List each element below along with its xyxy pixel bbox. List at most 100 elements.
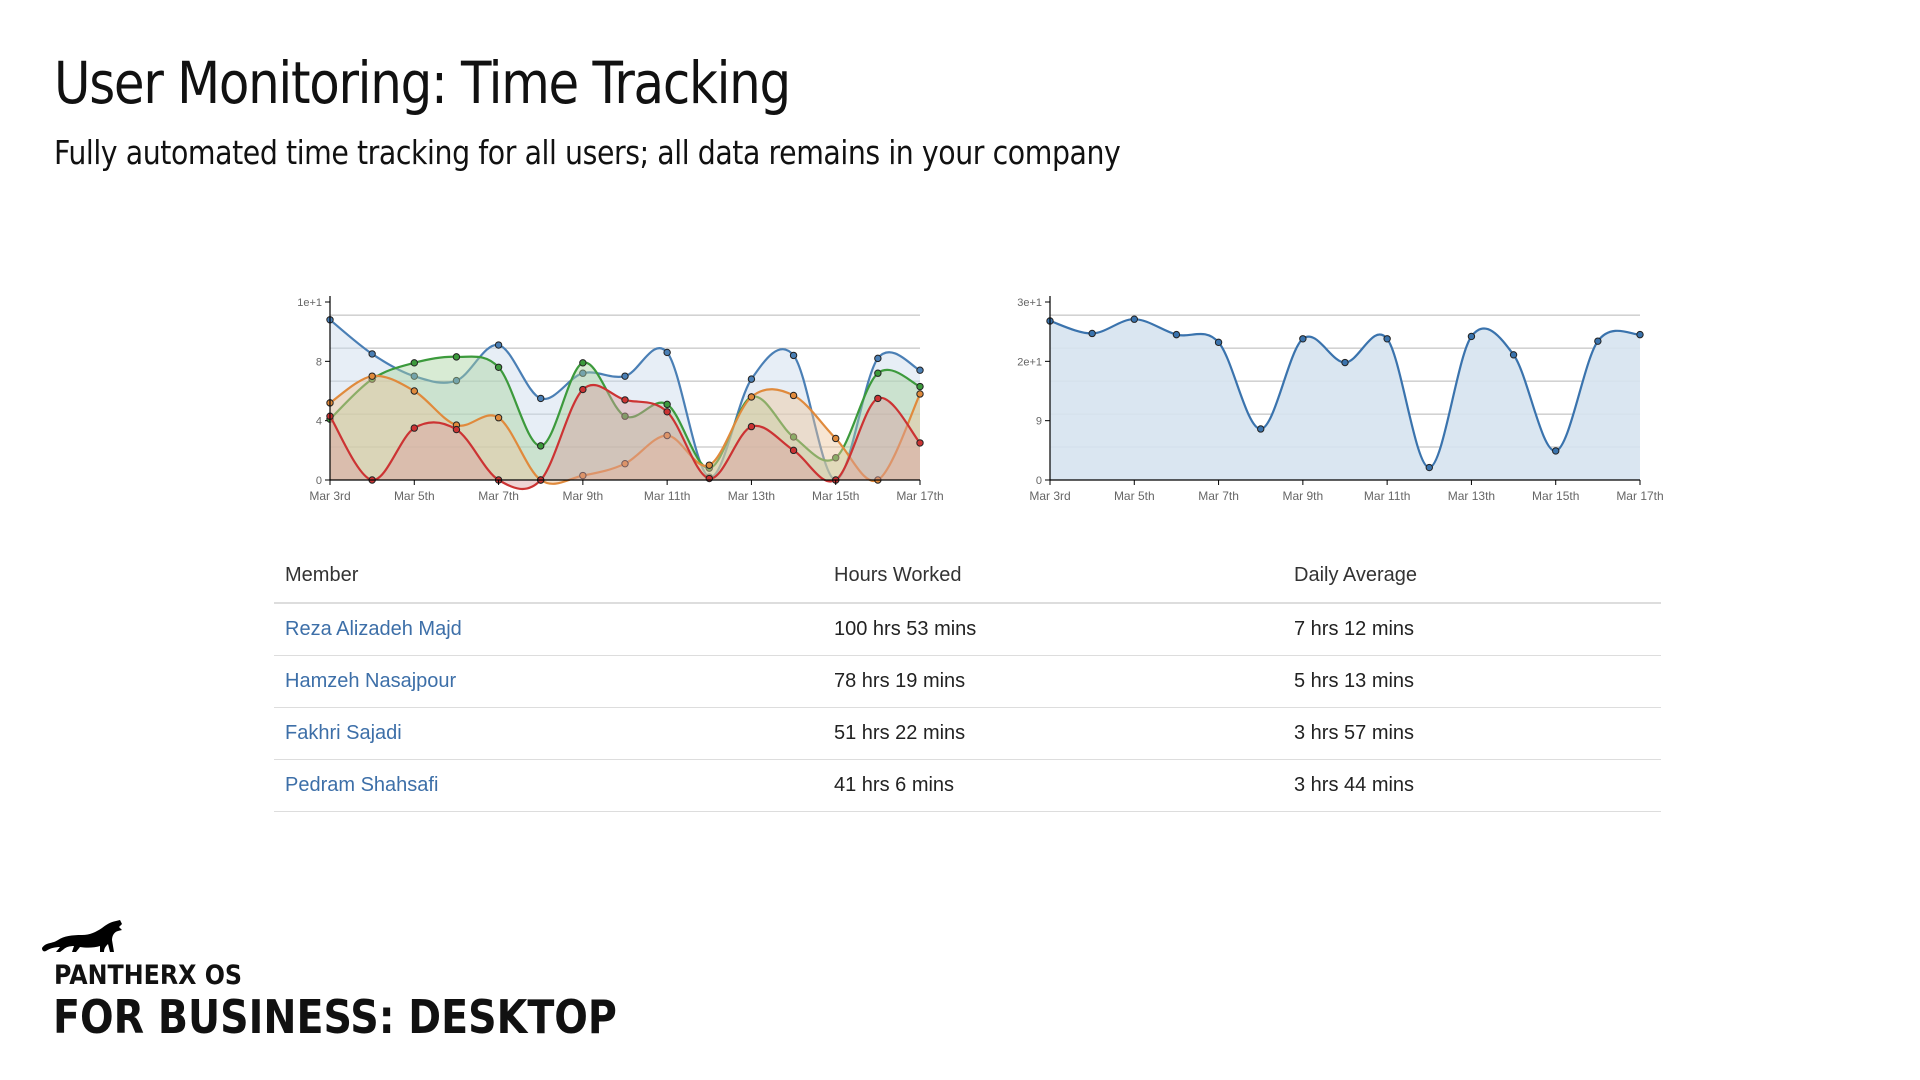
data-point [1299,335,1307,343]
y-tick-label: 1e+1 [297,297,322,309]
brand-line-2: FOR BUSINESS: DESKTOP [53,990,617,1044]
data-point [874,394,882,403]
x-tick-label: Mar 17th [896,489,943,503]
y-tick-label: 3e+1 [1017,297,1042,309]
y-tick-label: 0 [1036,475,1042,487]
hours-worked-cell: 51 hrs 22 mins [823,707,1283,760]
data-point [368,372,376,380]
data-point [789,391,798,400]
brand-line-1: PANTHERX OS [54,960,243,991]
data-point [621,372,629,380]
x-tick-label: Mar 7th [1198,489,1239,503]
x-tick-label: Mar 3rd [1029,489,1070,503]
data-point [916,439,924,447]
data-point [1636,330,1644,339]
data-point [916,366,924,374]
data-point [1552,447,1560,455]
data-point [579,385,587,394]
members-table: Member Hours Worked Daily Average Reza A… [274,550,1661,812]
x-tick-label: Mar 5th [394,489,435,503]
members-hours-chart: 0 4 8 1e+1 Mar 3rd Mar 5th Mar 7th Mar 9th Mar 1… [297,296,944,503]
data-point [1467,332,1476,341]
data-point [1509,351,1518,359]
data-point [579,359,587,367]
x-tick-label: Mar 15th [812,489,859,503]
data-point [747,393,756,401]
y-tick-label: 0 [316,475,322,487]
y-tick-label: 8 [316,356,322,368]
data-point [747,375,756,383]
table-row: Pedram Shahsafi 41 hrs 6 mins 3 hrs 44 m… [274,759,1661,812]
data-point [1172,330,1181,339]
series-area [1050,319,1640,480]
data-point [494,363,503,371]
x-tick-label: Mar 5th [1114,489,1155,503]
page-subtitle: Fully automated time tracking for all us… [54,133,1121,172]
member-link[interactable]: Hamzeh Nasajpour [274,655,823,708]
x-tick-label: Mar 3rd [309,489,350,503]
x-tick-label: Mar 9th [1283,489,1324,503]
daily-average-cell: 5 hrs 13 mins [1283,655,1661,708]
data-point [1341,358,1349,367]
total-hours-chart: 0 9 2e+1 3e+1 Mar 3rd Mar 5th Mar 7th Mar 9th Ma… [1017,296,1664,503]
data-point [1088,329,1096,338]
hours-worked-cell: 41 hrs 6 mins [823,759,1283,812]
data-point [705,474,713,483]
header-member[interactable]: Member [274,550,823,604]
y-tick-label: 2e+1 [1017,356,1042,368]
data-point [621,396,629,404]
header-hours-worked[interactable]: Hours Worked [823,550,1283,604]
data-point [874,369,882,377]
data-point [789,351,798,360]
daily-average-cell: 3 hrs 57 mins [1283,707,1661,760]
member-link[interactable]: Pedram Shahsafi [274,759,823,812]
data-point [1257,425,1265,433]
data-point [410,387,418,395]
data-point [452,425,461,434]
daily-average-cell: 7 hrs 12 mins [1283,603,1661,656]
header-daily-average[interactable]: Daily Average [1283,550,1661,604]
data-point [1383,335,1391,343]
x-tick-label: Mar 17th [1616,489,1663,503]
data-point [747,422,756,431]
data-point [1214,338,1223,347]
member-link[interactable]: Reza Alizadeh Majd [274,603,823,656]
hours-worked-cell: 100 hrs 53 mins [823,603,1283,656]
x-tick-label: Mar 11th [644,489,690,503]
data-point [663,400,671,409]
panther-logo-icon [42,920,122,952]
member-link[interactable]: Fakhri Sajadi [274,707,823,760]
data-point [368,350,376,358]
data-point [410,359,418,367]
data-point [537,394,545,403]
y-tick-label: 4 [316,416,322,428]
x-tick-label: Mar 13th [1448,489,1495,503]
daily-average-cell: 3 hrs 44 mins [1283,759,1661,812]
x-tick-label: Mar 7th [478,489,519,503]
y-tick-label: 9 [1036,416,1042,428]
table-row: Reza Alizadeh Majd 100 hrs 53 mins 7 hrs… [274,603,1661,656]
hours-worked-cell: 78 hrs 19 mins [823,655,1283,708]
data-point [1425,463,1433,472]
data-point [789,446,798,455]
table-row: Hamzeh Nasajpour 78 hrs 19 mins 5 hrs 13… [274,655,1661,708]
x-tick-label: Mar 9th [563,489,604,503]
data-point [537,442,545,450]
data-point [663,408,671,416]
data-point [916,390,924,398]
data-point [916,382,924,391]
data-point [832,434,840,443]
data-point [874,354,882,363]
data-point [452,353,461,361]
x-tick-label: Mar 15th [1532,489,1579,503]
x-tick-label: Mar 13th [728,489,775,503]
data-point [494,341,503,349]
page-title: User Monitoring: Time Tracking [54,49,791,117]
data-point [663,348,671,357]
data-point [705,461,713,469]
data-point [1130,315,1138,323]
x-tick-label: Mar 11th [1364,489,1410,503]
table-header-row: Member Hours Worked Daily Average [274,550,1661,604]
data-point [494,414,503,422]
table-row: Fakhri Sajadi 51 hrs 22 mins 3 hrs 57 mi… [274,707,1661,760]
